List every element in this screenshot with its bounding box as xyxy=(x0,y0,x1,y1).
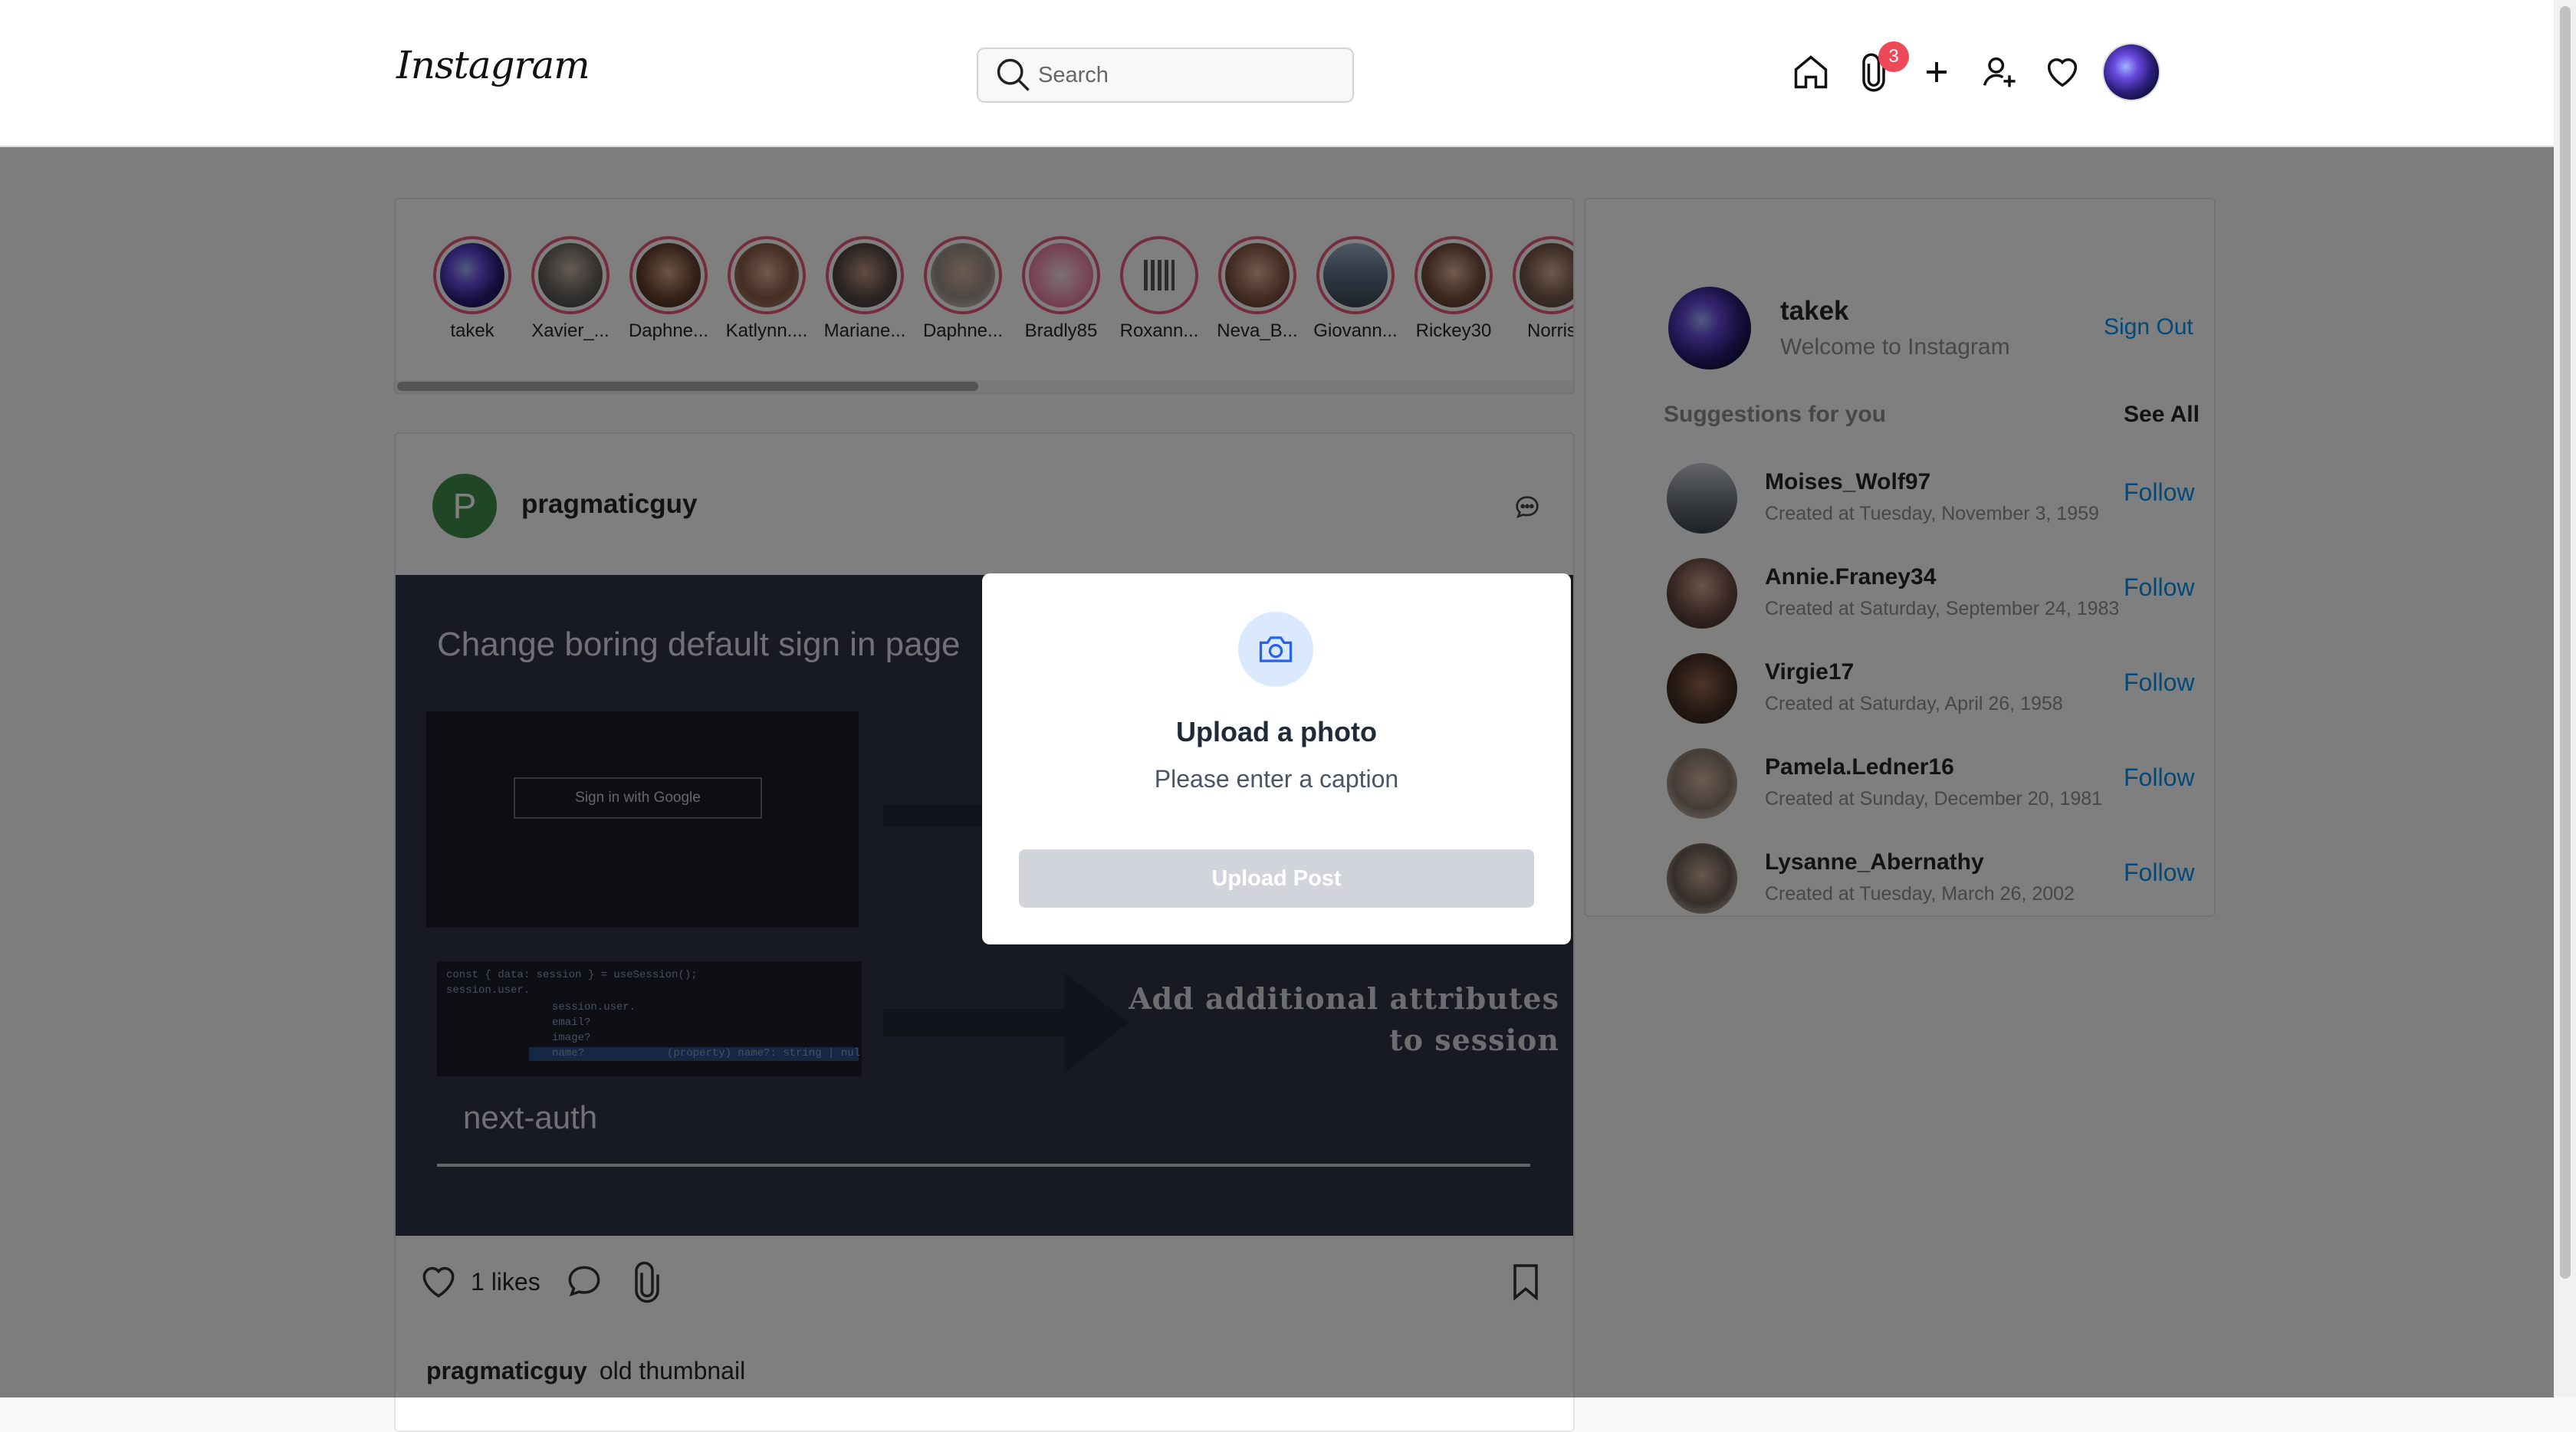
camera-button[interactable] xyxy=(1238,612,1313,687)
page-scrollbar-thumb[interactable] xyxy=(2560,6,2571,1279)
attachments-button[interactable]: 3 xyxy=(1849,40,1909,104)
add-user-icon xyxy=(1983,57,2016,87)
instagram-logo[interactable]: Instagram xyxy=(396,43,590,87)
top-navbar: Instagram 3 xyxy=(0,0,2554,147)
search-input[interactable] xyxy=(1037,61,1331,89)
plus-icon xyxy=(1927,62,1947,82)
heart-icon xyxy=(2047,58,2078,87)
home-button[interactable] xyxy=(1786,40,1835,104)
page-scrollbar[interactable] xyxy=(2554,0,2576,1398)
modal-title: Upload a photo xyxy=(1176,716,1377,747)
notification-badge: 3 xyxy=(1878,41,1909,72)
upload-photo-modal: Upload a photo Please enter a caption Up… xyxy=(982,573,1571,944)
caption-prompt[interactable]: Please enter a caption xyxy=(982,765,1571,793)
find-people-button[interactable] xyxy=(1975,40,2024,104)
search-box[interactable] xyxy=(977,48,1354,103)
activity-button[interactable] xyxy=(2038,40,2087,104)
upload-post-button[interactable]: Upload Post xyxy=(1019,849,1534,908)
create-post-button[interactable] xyxy=(1912,40,1961,104)
profile-avatar[interactable] xyxy=(2104,44,2159,100)
search-icon xyxy=(997,58,1030,91)
camera-icon xyxy=(1259,636,1293,662)
home-icon xyxy=(1794,55,1828,89)
